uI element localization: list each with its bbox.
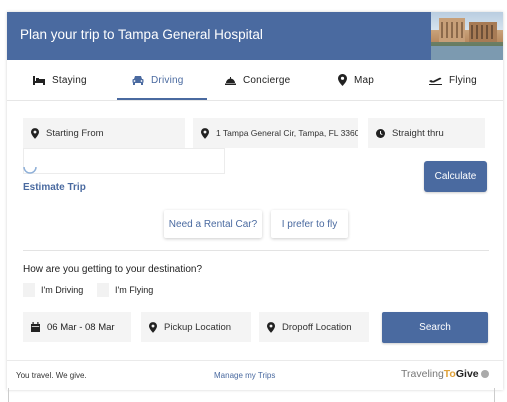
pickup-location-field[interactable]: Pickup Location xyxy=(141,312,251,342)
brand-logo-give: Give xyxy=(455,368,479,380)
estimate-trip-label: Estimate Trip xyxy=(23,182,86,193)
driving-option[interactable]: I'm Driving xyxy=(23,282,83,298)
tab-map-label: Map xyxy=(354,74,375,86)
dropoff-location-placeholder: Dropoff Location xyxy=(282,321,352,333)
footer: You travel. We give. Manage my Trips Tra… xyxy=(7,360,503,391)
map-pin-icon xyxy=(267,321,275,333)
flying-option[interactable]: I'm Flying xyxy=(97,282,153,298)
driving-checkbox[interactable] xyxy=(23,283,35,297)
route-option-select[interactable]: Straight thru xyxy=(368,118,485,148)
flying-checkbox[interactable] xyxy=(97,283,109,297)
tab-staying[interactable]: Staying xyxy=(33,60,87,100)
autocomplete-dropdown[interactable] xyxy=(23,148,225,174)
tab-concierge[interactable]: Concierge xyxy=(225,60,290,100)
date-range-value: 06 Mar - 08 Mar xyxy=(47,321,115,333)
destination-value: 1 Tampa General Cir, Tampa, FL 3360 xyxy=(216,128,358,138)
calendar-icon xyxy=(31,322,40,332)
trip-planner-widget: Plan your trip to Tampa General Hospital… xyxy=(7,12,503,390)
route-option-value: Straight thru xyxy=(392,127,444,139)
prefer-to-fly-button[interactable]: I prefer to fly xyxy=(271,210,348,238)
footer-tagline: You travel. We give. xyxy=(16,371,87,380)
plane-icon xyxy=(429,75,442,85)
date-range-field[interactable]: 06 Mar - 08 Mar xyxy=(23,312,131,342)
frame-edge-left xyxy=(8,388,9,402)
rental-car-button[interactable]: Need a Rental Car? xyxy=(164,210,262,238)
calculate-button[interactable]: Calculate xyxy=(424,161,487,192)
brand-logo-traveling: Traveling xyxy=(401,368,444,380)
map-pin-icon xyxy=(338,74,347,86)
tab-map[interactable]: Map xyxy=(338,60,374,100)
tab-concierge-label: Concierge xyxy=(243,74,291,86)
frame-edge-right xyxy=(494,388,495,402)
car-icon xyxy=(132,75,144,85)
tab-driving[interactable]: Driving xyxy=(132,60,184,100)
header-bar: Plan your trip to Tampa General Hospital xyxy=(7,12,503,60)
pickup-location-placeholder: Pickup Location xyxy=(164,321,232,333)
route-icon xyxy=(23,167,37,175)
page-title: Plan your trip to Tampa General Hospital xyxy=(20,27,263,42)
dropoff-location-field[interactable]: Dropoff Location xyxy=(259,312,369,342)
info-icon[interactable] xyxy=(481,370,489,378)
brand-logo: TravelingToGive xyxy=(401,368,479,380)
hospital-photo xyxy=(431,12,503,60)
clock-icon xyxy=(376,128,385,138)
map-pin-icon xyxy=(149,321,157,333)
search-button[interactable]: Search xyxy=(382,312,488,343)
transport-question: How are you getting to your destination? xyxy=(23,264,202,275)
tab-flying-label: Flying xyxy=(449,74,477,86)
tab-driving-label: Driving xyxy=(151,74,184,86)
brand-logo-to: To xyxy=(443,368,456,380)
section-divider xyxy=(23,250,489,251)
bed-icon xyxy=(33,75,45,85)
tab-flying[interactable]: Flying xyxy=(429,60,477,100)
tab-staying-label: Staying xyxy=(52,74,87,86)
concierge-bell-icon xyxy=(225,76,236,85)
starting-from-placeholder: Starting From xyxy=(46,127,104,139)
manage-trips-link[interactable]: Manage my Trips xyxy=(214,371,275,380)
flying-option-label: I'm Flying xyxy=(115,285,154,295)
tab-bar: Staying Driving Concierge Map Flying xyxy=(7,60,503,101)
starting-from-field[interactable]: Starting From xyxy=(23,118,185,148)
destination-field[interactable]: 1 Tampa General Cir, Tampa, FL 3360 xyxy=(193,118,358,148)
map-pin-icon xyxy=(201,127,209,139)
active-tab-indicator xyxy=(117,98,207,100)
driving-option-label: I'm Driving xyxy=(41,285,84,295)
map-pin-icon xyxy=(31,127,39,139)
